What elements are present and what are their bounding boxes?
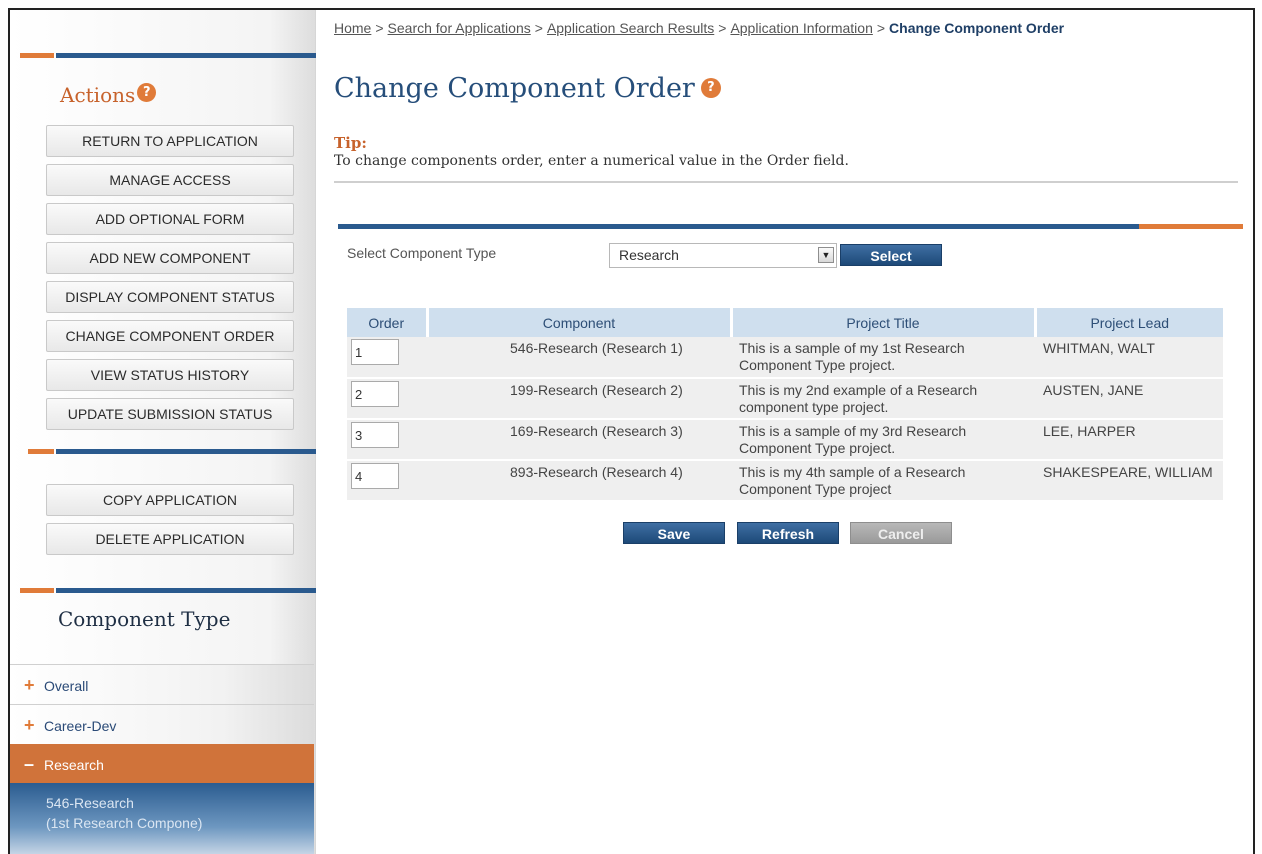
manage-access-button[interactable]: MANAGE ACCESS	[46, 164, 294, 196]
breadcrumb: Home > Search for Applications > Application…	[334, 20, 1065, 36]
component-type-heading: Component Type	[58, 607, 231, 631]
breadcrumb-search-applications[interactable]: Search for Applications	[388, 20, 531, 36]
breadcrumb-search-results[interactable]: Application Search Results	[547, 20, 714, 36]
tree-subitem-546-research[interactable]: 546-Research (1st Research Compone)	[10, 783, 314, 854]
table-row: 893-Research (Research 4) This is my 4th…	[347, 460, 1223, 502]
column-header-project-lead: Project Lead	[1035, 308, 1223, 337]
copy-application-button[interactable]: COPY APPLICATION	[46, 484, 294, 516]
project-lead-cell: SHAKESPEARE, WILLIAM	[1035, 460, 1223, 502]
tip-label: Tip:	[334, 134, 367, 152]
component-type-select[interactable]: Research ▼	[609, 243, 837, 268]
table-row: 199-Research (Research 2) This is my 2nd…	[347, 378, 1223, 420]
breadcrumb-home[interactable]: Home	[334, 20, 371, 36]
column-header-component: Component	[427, 308, 733, 337]
return-to-application-button[interactable]: RETURN TO APPLICATION	[46, 125, 294, 157]
project-lead-cell: AUSTEN, JANE	[1035, 378, 1223, 420]
actions-heading: Actions?	[60, 83, 157, 107]
breadcrumb-current: Change Component Order	[889, 20, 1065, 36]
component-cell: 546-Research (Research 1)	[427, 337, 731, 379]
tip-text: To change components order, enter a nume…	[334, 153, 849, 169]
expand-icon: +	[24, 715, 35, 735]
page-title: Change Component Order?	[334, 73, 721, 104]
actions-help-icon[interactable]: ?	[137, 83, 157, 102]
change-component-order-button[interactable]: CHANGE COMPONENT ORDER	[46, 320, 294, 352]
collapse-icon: –	[24, 754, 35, 774]
tip-divider	[334, 181, 1238, 183]
add-new-component-button[interactable]: ADD NEW COMPONENT	[46, 242, 294, 274]
app-frame: Actions? RETURN TO APPLICATION MANAGE AC…	[8, 8, 1255, 854]
tree-item-research[interactable]: – Research	[10, 744, 314, 784]
table-row: 169-Research (Research 3) This is a samp…	[347, 419, 1223, 461]
table-row: 546-Research (Research 1) This is a samp…	[347, 337, 1223, 379]
component-cell: 199-Research (Research 2)	[427, 378, 731, 420]
add-optional-form-button[interactable]: ADD OPTIONAL FORM	[46, 203, 294, 235]
order-input[interactable]	[351, 422, 399, 448]
column-header-order: Order	[347, 308, 429, 337]
project-title-cell: This is a sample of my 3rd Research Comp…	[731, 419, 1035, 461]
order-input[interactable]	[351, 381, 399, 407]
sidebar-mid-divider	[28, 449, 316, 454]
sidebar-bottom-divider	[20, 588, 316, 593]
page-help-icon[interactable]: ?	[700, 78, 721, 98]
component-cell: 169-Research (Research 3)	[427, 419, 731, 461]
display-component-status-button[interactable]: DISPLAY COMPONENT STATUS	[46, 281, 294, 313]
sidebar: Actions? RETURN TO APPLICATION MANAGE AC…	[10, 10, 316, 854]
project-title-cell: This is my 2nd example of a Research com…	[731, 378, 1035, 420]
project-title-cell: This is a sample of my 1st Research Comp…	[731, 337, 1035, 379]
dropdown-arrow-icon[interactable]: ▼	[818, 247, 834, 263]
order-input[interactable]	[351, 339, 399, 365]
expand-icon: +	[24, 675, 35, 695]
sidebar-top-divider	[20, 53, 316, 58]
tree-item-overall[interactable]: + Overall	[10, 664, 314, 704]
tree-item-career-dev[interactable]: + Career-Dev	[10, 704, 314, 744]
refresh-button[interactable]: Refresh	[737, 522, 839, 544]
cancel-button: Cancel	[850, 522, 952, 544]
component-cell: 893-Research (Research 4)	[427, 460, 731, 502]
project-lead-cell: WHITMAN, WALT	[1035, 337, 1223, 379]
breadcrumb-application-information[interactable]: Application Information	[730, 20, 872, 36]
update-submission-status-button[interactable]: UPDATE SUBMISSION STATUS	[46, 398, 294, 430]
delete-application-button[interactable]: DELETE APPLICATION	[46, 523, 294, 555]
view-status-history-button[interactable]: VIEW STATUS HISTORY	[46, 359, 294, 391]
content-divider	[338, 224, 1243, 229]
project-lead-cell: LEE, HARPER	[1035, 419, 1223, 461]
order-input[interactable]	[351, 463, 399, 489]
select-button[interactable]: Select	[840, 244, 942, 266]
save-button[interactable]: Save	[623, 522, 725, 544]
project-title-cell: This is my 4th sample of a Research Comp…	[731, 460, 1035, 502]
select-component-type-label: Select Component Type	[347, 245, 497, 261]
column-header-project-title: Project Title	[731, 308, 1037, 337]
component-order-table: Order Component Project Title Project Le…	[347, 308, 1223, 502]
